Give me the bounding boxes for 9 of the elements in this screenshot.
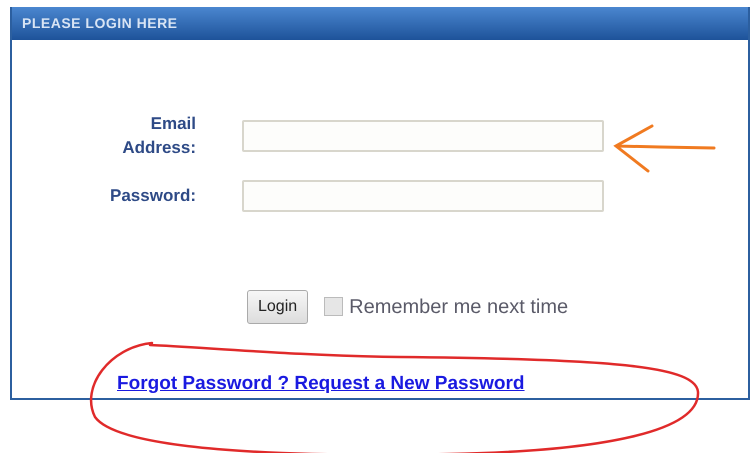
login-button[interactable]: Login xyxy=(247,290,308,324)
remember-checkbox[interactable] xyxy=(324,297,344,316)
panel-title: PLEASE LOGIN HERE xyxy=(22,14,178,33)
field-label: Password: xyxy=(109,184,196,207)
remember-label: Remember me next time xyxy=(349,294,568,320)
forgot-password-link[interactable]: Forgot Password ? Request a New Password xyxy=(117,372,525,394)
text-field[interactable] xyxy=(242,120,604,152)
field-label: Email Address: xyxy=(121,112,196,159)
text-field[interactable] xyxy=(242,180,604,212)
